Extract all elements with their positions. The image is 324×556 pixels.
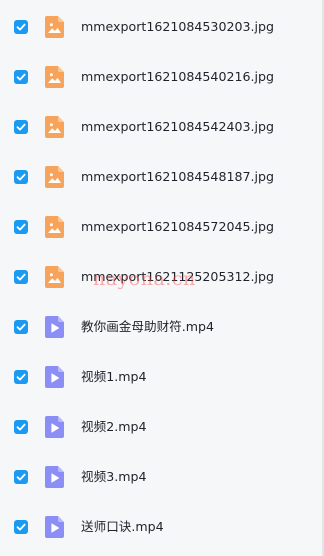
video-file-icon [45,366,64,388]
file-row[interactable]: mmexport1621084572045.jpg [0,200,324,250]
checkmark-icon [16,523,26,531]
file-row[interactable]: mmexport1621084540216.jpg [0,50,324,100]
file-checkbox[interactable] [14,220,28,234]
file-name: mmexport1621084572045.jpg [81,219,274,234]
checkmark-icon [16,373,26,381]
image-file-icon [45,166,64,188]
file-row[interactable]: mmexport1621084530203.jpg [0,0,324,50]
video-file-icon [45,466,64,488]
file-checkbox[interactable] [14,270,28,284]
file-name: 视频1.mp4 [81,369,147,384]
image-file-icon [45,266,64,288]
file-name: 视频3.mp4 [81,469,147,484]
file-name: 视频2.mp4 [81,419,147,434]
checkmark-icon [16,23,26,31]
checkmark-icon [16,273,26,281]
file-checkbox[interactable] [14,470,28,484]
video-file-icon [45,416,64,438]
file-checkbox[interactable] [14,370,28,384]
file-row[interactable]: 视频1.mp4 [0,350,324,400]
file-row[interactable]: 教你画金母助财符.mp4 [0,300,324,350]
checkmark-icon [16,123,26,131]
file-name: mmexport1621084548187.jpg [81,169,274,184]
file-name: mmexport1621084542403.jpg [81,119,274,134]
image-file-icon [45,16,64,38]
file-row[interactable]: 送师口诀.mp4 [0,500,324,550]
checkmark-icon [16,323,26,331]
file-name: 送师口诀.mp4 [81,519,164,534]
file-row[interactable]: 视频2.mp4 [0,400,324,450]
file-checkbox[interactable] [14,20,28,34]
file-row[interactable]: mmexport1621084542403.jpg [0,100,324,150]
file-checkbox[interactable] [14,320,28,334]
checkmark-icon [16,223,26,231]
checkmark-icon [16,473,26,481]
video-file-icon [45,516,64,538]
file-checkbox[interactable] [14,170,28,184]
checkmark-icon [16,73,26,81]
checkmark-icon [16,173,26,181]
file-row[interactable]: mmexport1621125205312.jpg [0,250,324,300]
file-name: 教你画金母助财符.mp4 [81,319,215,334]
checkmark-icon [16,423,26,431]
file-checkbox[interactable] [14,420,28,434]
video-file-icon [45,316,64,338]
file-checkbox[interactable] [14,520,28,534]
image-file-icon [45,66,64,88]
image-file-icon [45,116,64,138]
file-checkbox[interactable] [14,120,28,134]
file-name: mmexport1621125205312.jpg [81,269,274,284]
file-checkbox[interactable] [14,70,28,84]
file-list: mmexport1621084530203.jpg mmexport162108… [0,0,324,556]
image-file-icon [45,216,64,238]
file-name: mmexport1621084530203.jpg [81,19,274,34]
file-row[interactable]: 视频3.mp4 [0,450,324,500]
file-row[interactable]: mmexport1621084548187.jpg [0,150,324,200]
file-name: mmexport1621084540216.jpg [81,69,274,84]
